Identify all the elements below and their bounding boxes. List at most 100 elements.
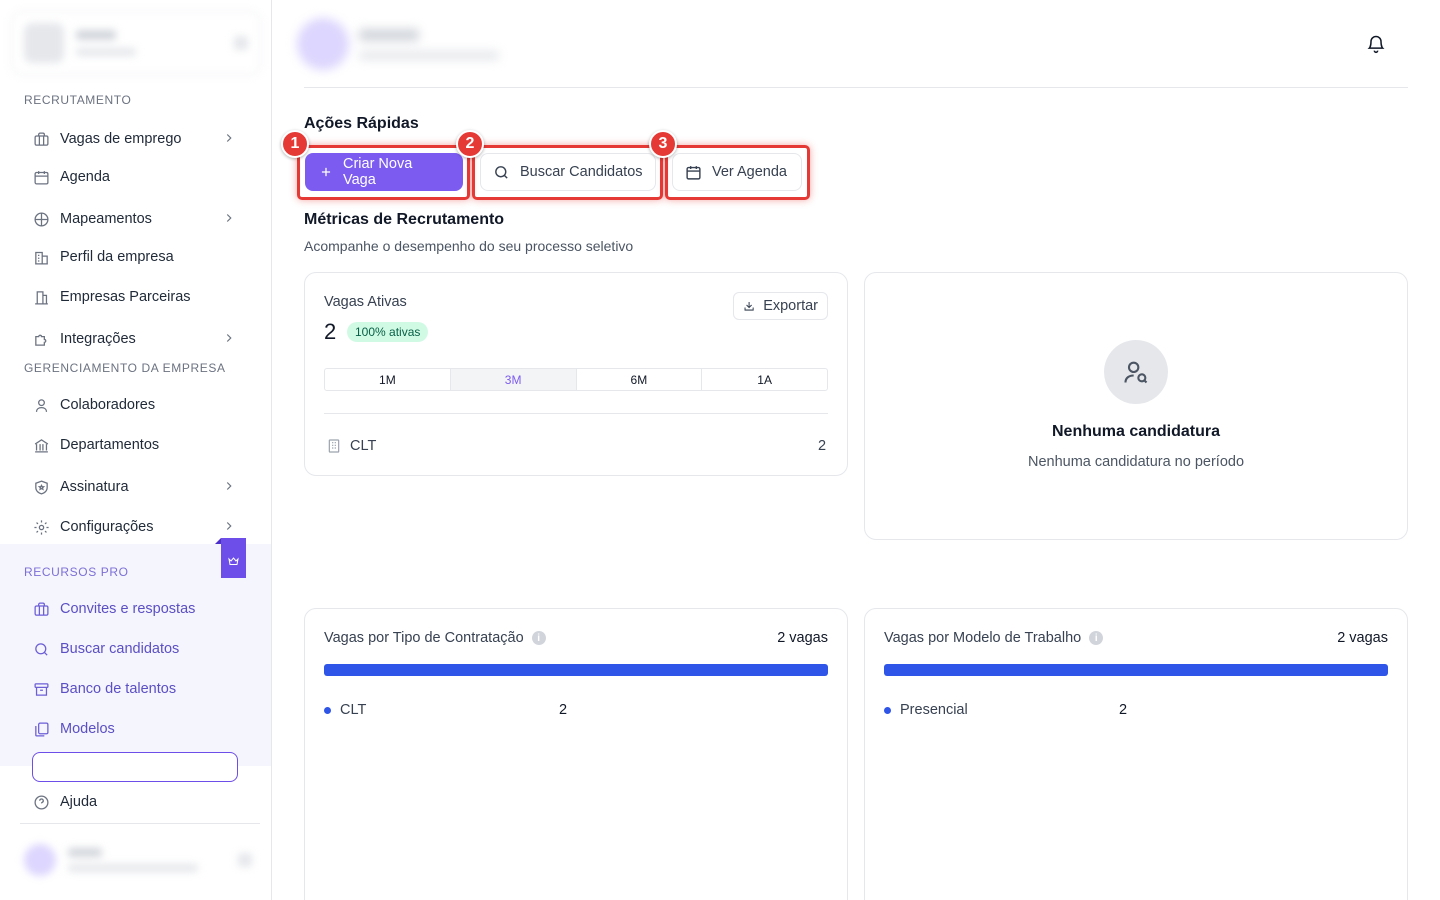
highlight-box-3 <box>665 145 810 200</box>
highlight-box-1 <box>297 145 470 200</box>
sidebar-item-buscar[interactable]: Buscar candidatos <box>24 633 248 665</box>
highlight-marker-1: 1 <box>281 130 309 158</box>
calendar-icon <box>33 169 50 186</box>
sidebar-item-modelos[interactable]: Modelos <box>24 713 248 745</box>
sidebar-item-convites[interactable]: Convites e respostas <box>24 593 248 625</box>
briefcase-icon <box>33 601 50 618</box>
sidebar-item-label: Banco de talentos <box>60 681 177 697</box>
info-icon[interactable]: i <box>531 631 546 645</box>
contract-type-header: Vagas por Tipo de Contratação i <box>324 630 546 646</box>
shield-icon <box>33 479 50 496</box>
period-1m[interactable]: 1M <box>325 369 451 390</box>
metrics-title: Métricas de Recrutamento <box>304 211 505 228</box>
export-label: Exportar <box>763 298 818 314</box>
chevron-right-icon <box>226 214 232 222</box>
sidebar-item-label: Mapeamentos <box>60 211 152 227</box>
contract-type-total: 2 vagas <box>777 630 828 646</box>
sidebar-item-mapeamentos[interactable]: Mapeamentos <box>24 203 248 235</box>
metrics-subtitle: Acompanhe o desempenho do seu processo s… <box>304 238 634 254</box>
legend-dot <box>884 706 891 714</box>
sidebar: RECRUTAMENTO Vagas de emprego Agenda Map… <box>0 0 272 900</box>
landmark-icon <box>33 437 50 454</box>
upgrade-pro-button[interactable] <box>32 752 238 782</box>
sidebar-item-colaboradores[interactable]: Colaboradores <box>24 389 248 421</box>
sidebar-item-label: Empresas Parceiras <box>60 289 191 305</box>
chevron-icon <box>234 36 248 50</box>
sidebar-item-label: Ajuda <box>60 794 98 810</box>
model-legend: Presencial <box>884 702 968 718</box>
sidebar-item-assinatura[interactable]: Assinatura <box>24 471 248 503</box>
highlight-marker-2: 2 <box>456 130 484 158</box>
contract-legend: CLT <box>324 702 366 718</box>
bell-icon[interactable] <box>1366 34 1386 54</box>
info-icon[interactable]: i <box>1089 631 1104 645</box>
crown-badge <box>215 538 246 578</box>
sidebar-item-ajuda[interactable]: Ajuda <box>24 786 248 818</box>
sidebar-item-label: Integrações <box>60 331 136 347</box>
active-jobs-pill: 100% ativas <box>347 322 429 342</box>
work-model-bar <box>884 664 1388 676</box>
quick-actions-title: Ações Rápidas <box>304 115 419 132</box>
highlight-marker-3: 3 <box>649 130 677 158</box>
sidebar-item-agenda[interactable]: Agenda <box>24 161 248 193</box>
contract-type-bar <box>324 664 828 676</box>
download-icon <box>744 301 754 311</box>
sidebar-item-departamentos[interactable]: Departamentos <box>24 429 248 461</box>
sidebar-item-label: Buscar candidatos <box>60 641 180 657</box>
user-menu[interactable] <box>20 838 260 882</box>
section-title-company: GERENCIAMENTO DA EMPRESA <box>24 361 226 375</box>
empty-state-subtitle: Nenhuma candidatura no período <box>1027 454 1245 470</box>
work-model-total: 2 vagas <box>1337 630 1388 646</box>
sidebar-item-vagas[interactable]: Vagas de emprego <box>24 123 248 155</box>
sidebar-item-label: Assinatura <box>60 479 129 495</box>
crown-icon <box>228 557 239 565</box>
active-jobs-value: 2 <box>324 319 337 344</box>
avatar <box>24 844 56 876</box>
section-title-recruitment: RECRUTAMENTO <box>24 93 132 107</box>
briefcase-icon <box>33 131 50 148</box>
help-circle-icon <box>33 794 50 811</box>
sidebar-item-perfil[interactable]: Perfil da empresa <box>24 241 248 273</box>
organization-logo <box>24 23 64 63</box>
sidebar-item-label: Configurações <box>60 519 154 535</box>
gear-icon <box>33 519 50 536</box>
highlight-box-2 <box>472 145 663 200</box>
sidebar-item-label: Modelos <box>60 721 115 737</box>
period-3m[interactable]: 3M <box>450 369 577 390</box>
work-model-card <box>864 608 1408 900</box>
legend-value: 2 <box>559 702 568 718</box>
active-jobs-label: Vagas Ativas <box>324 294 407 310</box>
work-model-header: Vagas por Modelo de Trabalho i <box>884 630 1104 646</box>
legend-value: 2 <box>1119 702 1128 718</box>
buildings-icon <box>33 289 50 306</box>
building-icon <box>328 439 340 453</box>
applications-card <box>864 272 1408 540</box>
empty-state-title: Nenhuma candidatura <box>1051 423 1221 440</box>
sidebar-item-banco[interactable]: Banco de talentos <box>24 673 248 705</box>
chevron-right-icon <box>226 522 232 530</box>
chevron-right-icon <box>226 334 232 342</box>
user-search-icon <box>1124 361 1148 384</box>
legend-dot <box>324 706 331 714</box>
contract-row-label: CLT <box>350 438 377 454</box>
period-1a[interactable]: 1A <box>702 369 827 390</box>
building-icon <box>33 249 50 266</box>
period-6m[interactable]: 6M <box>577 369 703 390</box>
contract-type-card <box>304 608 848 900</box>
archive-icon <box>33 681 50 698</box>
puzzle-icon <box>33 331 50 348</box>
legend-label: CLT <box>340 702 367 718</box>
sidebar-item-label: Agenda <box>60 169 110 185</box>
sidebar-item-label: Colaboradores <box>60 397 156 413</box>
chevron-right-icon <box>226 134 232 142</box>
legend-label: Presencial <box>900 702 968 718</box>
company-header <box>297 14 517 74</box>
search-icon <box>33 641 50 658</box>
organization-switcher[interactable] <box>11 11 261 75</box>
export-button[interactable]: Exportar <box>733 292 828 320</box>
brain-icon <box>33 211 50 228</box>
sidebar-item-parceiras[interactable]: Empresas Parceiras <box>24 281 248 313</box>
sidebar-item-integracoes[interactable]: Integrações <box>24 323 248 355</box>
sidebar-divider <box>20 823 260 824</box>
section-title-pro: RECURSOS PRO <box>24 565 129 579</box>
